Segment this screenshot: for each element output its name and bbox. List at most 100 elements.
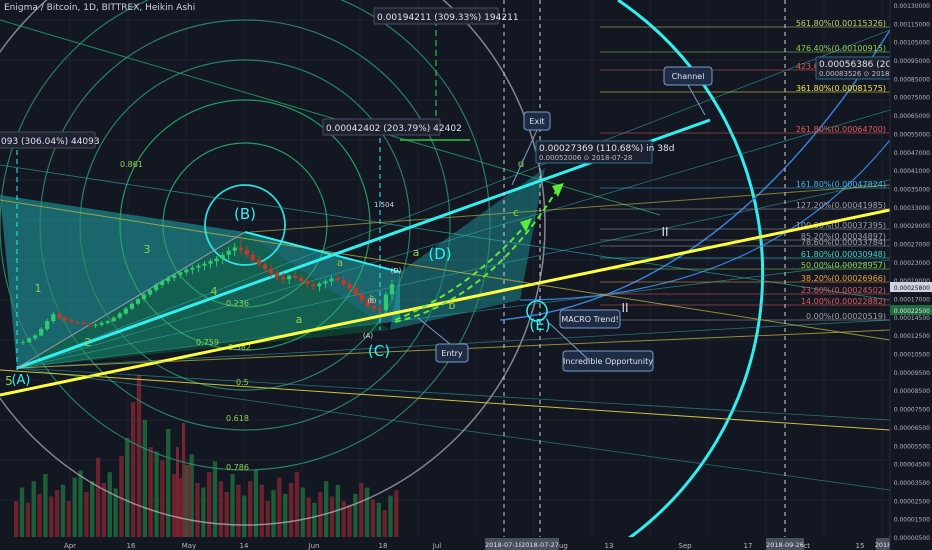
volume-bar <box>207 472 212 537</box>
volume-bar <box>142 420 148 537</box>
candle-body <box>87 323 92 326</box>
volume-bar <box>14 501 19 537</box>
price-tick: 0.00004500 <box>894 462 930 469</box>
fib-level-label: 61.80%(0.00030948) <box>801 250 886 259</box>
candle-body <box>317 283 322 287</box>
price-tick: 0.00012500 <box>894 333 930 340</box>
volume-bar <box>370 499 376 537</box>
time-tick: Jun <box>308 542 320 550</box>
candle-body <box>287 275 292 280</box>
candle-body <box>299 277 304 282</box>
wave-label: c <box>513 206 519 219</box>
wave-label: (B) <box>368 298 377 305</box>
price-tick: 0.00085000 <box>894 76 930 83</box>
fib-level-label: 561.80%(0.00115326) <box>796 19 886 28</box>
volume-bar <box>277 477 282 537</box>
volume-bar <box>230 474 235 537</box>
candle-body <box>63 317 68 321</box>
chart-title: Enigma / Bitcoin, 1D, BITTREX, Heikin As… <box>4 3 196 13</box>
volume-bar <box>119 456 124 537</box>
date-badge: 2018 <box>875 541 892 549</box>
candle-body <box>280 277 286 280</box>
volume-bar <box>294 472 300 537</box>
wave-label: 4 <box>211 285 218 298</box>
candle-body <box>111 317 116 322</box>
volume-bar <box>148 447 153 537</box>
price-tick: 0.00017000 <box>894 297 930 304</box>
chart-canvas[interactable]: 0.8610.2360.7590.3820.50.6180.7861.504 5… <box>0 0 932 550</box>
time-axis[interactable]: Apr16May14Jun18JulAug13Sep17Oct152018-07… <box>0 537 932 550</box>
fib-level-label: 161.80%(0.00047824) <box>796 180 886 189</box>
candle-body <box>256 259 262 265</box>
volume-bar <box>242 495 247 537</box>
date-badge: 2018-07-18 <box>485 541 523 549</box>
candle-body <box>214 258 219 262</box>
callout-entry[interactable]: Entry <box>441 349 463 358</box>
volume-bar <box>283 493 288 537</box>
volume-bar <box>130 402 136 537</box>
callout-incredible-opportunity[interactable]: Incredible Opportunity <box>563 357 653 366</box>
volume-bar <box>253 469 259 537</box>
volume-bar <box>394 490 399 537</box>
volume-bar <box>25 502 31 537</box>
candle-body <box>226 250 231 255</box>
callout-exit[interactable]: Exit <box>529 117 544 126</box>
price-tick: 0.00009500 <box>894 370 930 377</box>
volume-bar <box>212 461 218 537</box>
price-badge: 0.00022500 <box>894 308 930 315</box>
volume-bar <box>171 474 177 537</box>
price-tick: 0.00005500 <box>894 443 930 450</box>
volume-bar <box>19 487 25 537</box>
candle-body <box>153 284 159 291</box>
candle-body <box>353 288 358 295</box>
measure-box: 0.00027369 (110.68%) in 38d <box>539 144 674 154</box>
price-tick: 0.00006500 <box>894 425 930 432</box>
price-axis[interactable]: 0.00130000 0.00115000 0.00105000 0.00095000… <box>889 0 932 550</box>
candle-body <box>117 313 122 318</box>
volume-bar <box>84 492 89 537</box>
candle-body <box>26 338 32 343</box>
price-tick: 0.00105000 <box>894 40 930 47</box>
callout-macro-trend-[interactable]: MACRO Trend! <box>561 315 618 324</box>
price-tick: 0.00023000 <box>894 260 930 267</box>
volume-bar <box>195 483 200 537</box>
candle-body <box>196 265 201 268</box>
candle-body <box>93 324 98 326</box>
time-tick: 17 <box>744 542 753 550</box>
candle-body <box>262 264 268 269</box>
volume-bar <box>236 484 241 537</box>
price-tick: 0.00000500 <box>894 535 930 542</box>
time-tick: 18 <box>379 542 388 550</box>
volume-bar <box>90 481 95 537</box>
fib-level-label: 50.00%(0.00028957) <box>801 261 886 270</box>
volume-bar <box>312 502 317 537</box>
volume-bar <box>31 481 36 537</box>
time-tick: 15 <box>856 542 865 550</box>
time-tick: May <box>182 542 196 550</box>
fib-level-label: 38.20%(0.00026966) <box>801 274 886 283</box>
volume-bar <box>154 451 159 537</box>
volume-bar <box>166 429 171 537</box>
price-tick: 0.00003500 <box>894 480 930 487</box>
callout-channel[interactable]: Channel <box>672 72 705 81</box>
wave-label: II <box>621 301 628 315</box>
wave-label: 3 <box>144 243 151 256</box>
candle-body <box>359 294 364 301</box>
fan-label: 0.786 <box>226 463 249 472</box>
fan-label: 0.236 <box>226 299 249 308</box>
fib-level-label: 23.60%(0.00024502) <box>801 286 886 295</box>
wave-label: a <box>296 313 303 326</box>
wave-label: b <box>449 299 456 312</box>
volume-bar <box>364 487 370 537</box>
candle-body <box>33 335 38 339</box>
volume-bar <box>353 493 358 537</box>
candle-body <box>323 281 328 284</box>
volume-bar <box>72 477 77 537</box>
candle-body <box>135 299 141 304</box>
candle-body <box>184 269 189 273</box>
candle-body <box>45 321 50 330</box>
measure-box: 0.00042402 (203.79%) 42402 <box>326 124 462 134</box>
candle-body <box>57 314 62 318</box>
time-tick: 14 <box>240 542 249 550</box>
price-tick: 0.00029000 <box>894 223 930 230</box>
